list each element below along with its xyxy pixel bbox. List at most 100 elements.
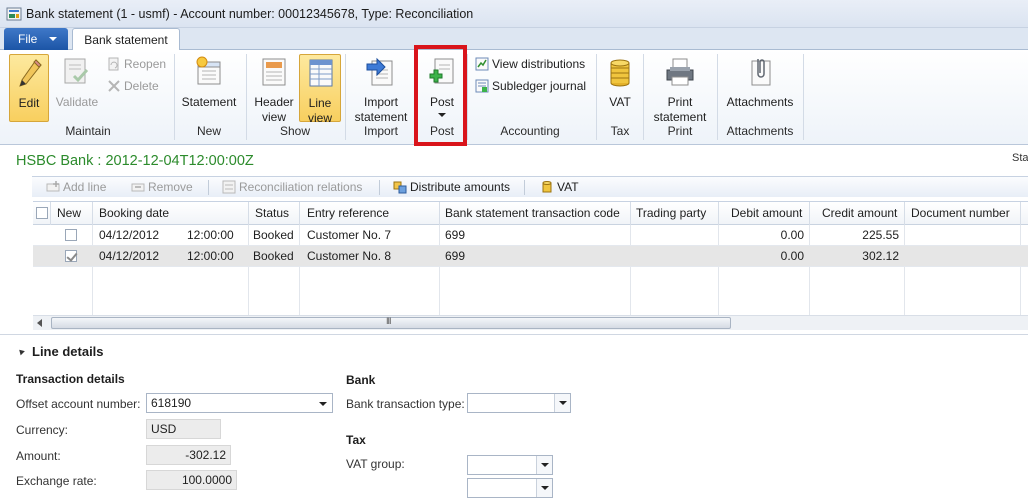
column-header-credit-amount[interactable]: Credit amount <box>822 206 897 220</box>
entry-reference-cell: Customer No. 8 <box>307 249 392 263</box>
column-separator <box>809 202 810 225</box>
collapse-triangle-icon[interactable] <box>17 347 25 356</box>
vat-label: VAT <box>609 95 631 109</box>
subledger-journal-button[interactable]: Subledger journal <box>475 78 586 94</box>
reconciliation-relations-button[interactable]: Reconciliation relations <box>222 179 362 195</box>
validate-label: Validate <box>55 95 99 109</box>
column-separator <box>439 202 440 225</box>
ribbon: Edit Validate Reopen Delete Maintain Sta… <box>0 50 1028 145</box>
scrollbar-thumb[interactable]: III <box>51 316 731 329</box>
header-view-label: Header view <box>254 95 294 124</box>
delete-x-icon <box>108 80 120 92</box>
column-separator <box>904 202 905 225</box>
coins-icon <box>610 59 630 87</box>
file-menu-tab[interactable]: File <box>4 28 68 50</box>
column-header-status[interactable]: Status <box>255 206 289 220</box>
validate-document-icon <box>64 58 89 84</box>
column-header-transaction-code[interactable]: Bank statement transaction code <box>445 206 620 220</box>
group-separator <box>416 54 417 140</box>
add-line-button[interactable]: Add line <box>46 179 106 195</box>
offset-account-value: 618190 <box>151 396 192 410</box>
header-view-button[interactable]: Header view <box>251 54 297 124</box>
line-view-icon <box>309 59 333 87</box>
exchange-rate-field[interactable]: 100.0000 <box>146 470 237 490</box>
column-separator <box>50 202 51 225</box>
import-statement-button[interactable]: Import statement <box>350 54 412 124</box>
title-bar: Bank statement (1 - usmf) - Account numb… <box>0 0 1028 28</box>
edit-button[interactable]: Edit <box>9 54 49 122</box>
grid-horizontal-scrollbar[interactable]: III <box>33 315 1028 330</box>
tax-group-label: Tax <box>610 124 630 138</box>
distribute-amounts-label: Distribute amounts <box>410 180 511 194</box>
vat-group-label: VAT group: <box>346 457 405 471</box>
line-details-heading: Line details <box>32 344 104 359</box>
status-cell: Booked <box>253 228 294 242</box>
column-header-debit-amount[interactable]: Debit amount <box>731 206 802 220</box>
line-view-label: Line view <box>307 96 332 125</box>
tab-bank-statement[interactable]: Bank statement <box>72 28 180 51</box>
exchange-rate-label: Exchange rate: <box>16 474 97 488</box>
reopen-button[interactable]: Reopen <box>107 56 166 72</box>
currency-field[interactable]: USD <box>146 419 221 439</box>
vat-button[interactable]: VAT <box>601 54 639 122</box>
post-button[interactable]: Post <box>422 54 462 122</box>
dropdown-button[interactable] <box>536 479 552 497</box>
import-statement-label: Import statement <box>354 95 408 124</box>
scroll-left-arrow-icon[interactable] <box>37 319 42 327</box>
column-separator <box>299 202 300 225</box>
column-header-booking-date[interactable]: Booking date <box>99 206 169 220</box>
new-checkbox[interactable] <box>65 229 77 241</box>
attachments-button[interactable]: Attachments <box>722 54 798 122</box>
group-separator <box>596 54 597 140</box>
view-distributions-button[interactable]: View distributions <box>475 56 585 72</box>
subledger-journal-label: Subledger journal <box>492 79 587 93</box>
column-separator <box>1020 202 1021 225</box>
validate-button[interactable]: Validate <box>54 54 100 122</box>
delete-button[interactable]: Delete <box>107 78 159 94</box>
show-group-label: Show <box>279 124 311 138</box>
line-view-button[interactable]: Line view <box>299 54 341 125</box>
delete-label: Delete <box>124 79 159 93</box>
new-checkbox[interactable] <box>65 250 77 262</box>
subledger-journal-icon <box>475 79 489 93</box>
table-row[interactable]: 04/12/2012 12:00:00 Booked Customer No. … <box>33 246 1028 267</box>
coins-icon <box>542 181 552 193</box>
remove-button[interactable]: Remove <box>131 179 193 195</box>
column-header-document-number[interactable]: Document number <box>911 206 1010 220</box>
item-vat-group-field[interactable] <box>467 478 553 498</box>
add-line-icon <box>46 181 60 192</box>
distribute-amounts-button[interactable]: Distribute amounts <box>393 179 510 195</box>
chevron-down-icon <box>438 113 446 117</box>
distributions-icon <box>475 57 489 71</box>
bank-transaction-type-field[interactable] <box>467 393 571 413</box>
print-statement-label: Print statement <box>653 95 707 124</box>
new-group-label: New <box>196 124 221 138</box>
column-header-entry-reference[interactable]: Entry reference <box>307 206 389 220</box>
amount-field[interactable]: -302.12 <box>146 445 231 465</box>
transaction-code-cell: 699 <box>445 228 466 242</box>
print-statement-button[interactable]: Print statement <box>648 54 712 124</box>
printer-icon <box>666 58 694 86</box>
offset-account-field[interactable]: 618190 <box>146 393 333 413</box>
vat-group-field[interactable] <box>467 455 553 475</box>
chevron-down-icon[interactable] <box>319 402 327 406</box>
add-line-label: Add line <box>63 180 107 194</box>
attachments-group-label: Attachments <box>726 124 794 138</box>
file-tab-label: File <box>18 32 38 46</box>
table-row[interactable]: 04/12/2012 12:00:00 Booked Customer No. … <box>33 225 1028 246</box>
column-header-new[interactable]: New <box>57 206 81 220</box>
statement-button[interactable]: Statement <box>178 54 240 122</box>
edit-label: Edit <box>18 96 40 110</box>
maintain-group-label: Maintain <box>65 124 111 138</box>
debit-amount-cell: 0.00 <box>780 249 804 263</box>
booking-date-cell: 04/12/2012 <box>99 228 160 242</box>
app-window-icon <box>6 7 22 21</box>
booking-time-cell: 12:00:00 <box>187 228 234 242</box>
vat-action-button[interactable]: VAT <box>540 179 579 195</box>
select-all-checkbox[interactable] <box>36 207 48 219</box>
dropdown-button[interactable] <box>536 456 552 474</box>
column-header-trading-party[interactable]: Trading party <box>636 206 706 220</box>
dropdown-button[interactable] <box>554 394 570 412</box>
post-group-label: Post <box>429 124 454 138</box>
bank-heading: Bank <box>346 373 376 387</box>
